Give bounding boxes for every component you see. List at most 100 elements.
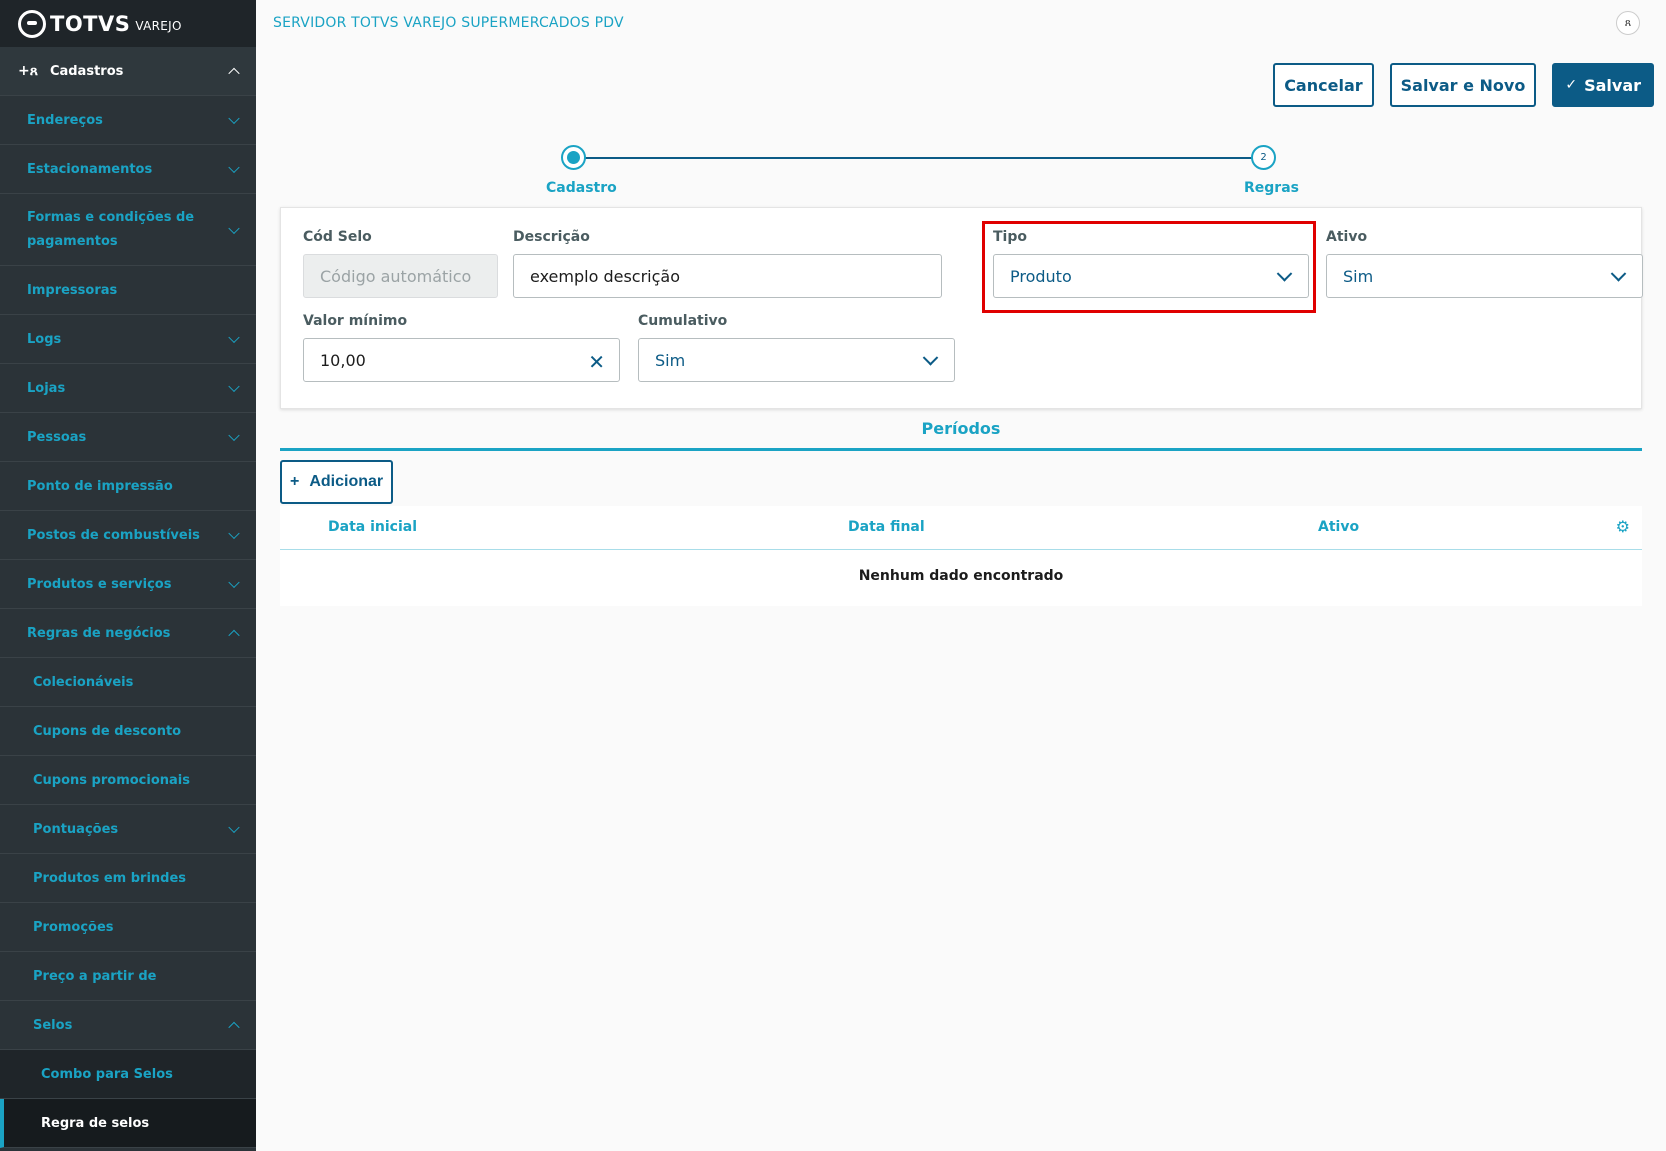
sidebar-item-produtos-brindes[interactable]: Produtos em brindes bbox=[0, 854, 256, 903]
sidebar-item-impressoras[interactable]: Impressoras bbox=[0, 266, 256, 315]
logo-name: TOTVS bbox=[50, 11, 131, 36]
chevron-down-icon bbox=[228, 429, 240, 442]
sidebar-item-cupons-desconto[interactable]: Cupons de desconto bbox=[0, 707, 256, 756]
sidebar-item-label: Colecionáveis bbox=[33, 674, 134, 690]
stepper: 2 Cadastro Regras bbox=[546, 142, 1299, 202]
sidebar-item-label: Ponto de impressão bbox=[27, 478, 173, 494]
sidebar-item-formas-pagamento[interactable]: Formas e condições de pagamentos bbox=[0, 194, 256, 266]
sidebar-item-label: Logs bbox=[27, 331, 62, 347]
stepper-line bbox=[573, 157, 1263, 159]
chevron-down-icon bbox=[228, 161, 240, 174]
sidebar-item-combo-selos[interactable]: Combo para Selos bbox=[0, 1050, 256, 1099]
add-period-label: Adicionar bbox=[309, 473, 384, 490]
chevron-down-icon bbox=[228, 576, 240, 589]
cod-selo-placeholder: Código automático bbox=[320, 266, 472, 286]
sidebar-item-label: Impressoras bbox=[27, 282, 118, 298]
sidebar-item-selos[interactable]: Selos bbox=[0, 1001, 256, 1050]
form-card: Cód Selo Código automático Descrição exe… bbox=[280, 207, 1643, 409]
sidebar-item-preco-a-partir-de[interactable]: Preço a partir de bbox=[0, 952, 256, 1001]
tab-periodos[interactable]: Períodos bbox=[280, 419, 1642, 438]
clear-icon[interactable]: ✕ bbox=[588, 350, 605, 374]
descricao-field[interactable]: exemplo descrição bbox=[513, 254, 942, 298]
gear-icon[interactable]: ⚙ bbox=[1616, 517, 1630, 536]
sidebar-item-label: Regra de selos bbox=[41, 1115, 150, 1131]
sidebar-item-pessoas[interactable]: Pessoas bbox=[0, 413, 256, 462]
sidebar-item-produtos-servicos[interactable]: Produtos e serviços bbox=[0, 560, 256, 609]
valor-minimo-value: 10,00 bbox=[320, 350, 366, 370]
table-header: Data inicial Data final Ativo ⚙ bbox=[280, 506, 1642, 550]
save-and-new-button[interactable]: Salvar e Novo bbox=[1389, 63, 1537, 107]
column-header[interactable]: Data final bbox=[848, 519, 925, 535]
action-bar: Cancelar Salvar e Novo ✓ Salvar bbox=[1273, 63, 1654, 107]
sidebar-item-pontuacoes[interactable]: Pontuações bbox=[0, 805, 256, 854]
sidebar-item-regras-negocios[interactable]: Regras de negócios bbox=[0, 609, 256, 658]
cumulativo-label: Cumulativo bbox=[638, 313, 728, 329]
chevron-down-icon bbox=[1610, 266, 1627, 282]
sidebar-item-label: Preço a partir de bbox=[33, 968, 157, 984]
ativo-label: Ativo bbox=[1326, 229, 1368, 245]
sidebar-item-logs[interactable]: Logs bbox=[0, 315, 256, 364]
cumulativo-select[interactable]: Sim bbox=[638, 338, 955, 382]
sidebar-section-label: Cadastros bbox=[49, 63, 124, 79]
sidebar-item-enderecos[interactable]: Endereços bbox=[0, 96, 256, 145]
plus-icon: + bbox=[290, 473, 300, 490]
sidebar-item-label: Produtos em brindes bbox=[33, 870, 187, 886]
sidebar-item-label: Endereços bbox=[27, 112, 103, 128]
add-period-button[interactable]: + Adicionar bbox=[280, 460, 394, 504]
tab-underline bbox=[280, 448, 1642, 451]
step-2-indicator[interactable]: 2 bbox=[1251, 145, 1276, 170]
sidebar-item-label: Lojas bbox=[27, 380, 66, 396]
sidebar-item-label: Cupons de desconto bbox=[33, 723, 182, 739]
chevron-down-icon bbox=[228, 222, 240, 234]
sidebar-section-cadastros[interactable]: +ጸ Cadastros bbox=[0, 47, 256, 96]
sidebar-item-label: Formas e condições de pagamentos bbox=[27, 209, 195, 249]
sidebar-item-label: Postos de combustíveis bbox=[27, 527, 200, 543]
sidebar-item-promocoes[interactable]: Promoções bbox=[0, 903, 256, 952]
sidebar-item-lojas[interactable]: Lojas bbox=[0, 364, 256, 413]
descricao-value: exemplo descrição bbox=[530, 266, 680, 286]
column-header[interactable]: Data inicial bbox=[328, 519, 417, 535]
valor-minimo-field[interactable]: 10,00 ✕ bbox=[303, 338, 620, 382]
step-2-label: Regras bbox=[1244, 180, 1299, 196]
chevron-down-icon bbox=[228, 821, 240, 834]
sidebar-item-regra-selos[interactable]: Regra de selos bbox=[0, 1099, 256, 1148]
cancel-button[interactable]: Cancelar bbox=[1273, 63, 1374, 107]
highlight-box bbox=[982, 221, 1316, 313]
chevron-down-icon bbox=[228, 112, 240, 125]
chevron-down-icon bbox=[228, 527, 240, 540]
chevron-down-icon bbox=[228, 380, 240, 393]
main-content: SERVIDOR TOTVS VAREJO SUPERMERCADOS PDV … bbox=[256, 0, 1666, 1151]
cod-selo-label: Cód Selo bbox=[303, 229, 372, 245]
valor-minimo-label: Valor mínimo bbox=[303, 313, 408, 329]
chevron-down-icon bbox=[922, 350, 939, 366]
save-button[interactable]: ✓ Salvar bbox=[1552, 63, 1654, 107]
app-title: SERVIDOR TOTVS VAREJO SUPERMERCADOS PDV bbox=[273, 15, 624, 31]
chevron-up-icon bbox=[228, 67, 240, 80]
add-user-icon: +ጸ bbox=[18, 63, 38, 79]
empty-state: Nenhum dado encontrado bbox=[858, 568, 1064, 584]
sidebar-item-label: Produtos e serviços bbox=[27, 576, 172, 592]
sidebar-item-ponto-impressao[interactable]: Ponto de impressão bbox=[0, 462, 256, 511]
logo-sub: VAREJO bbox=[135, 19, 182, 33]
sidebar-item-label: Pessoas bbox=[27, 429, 87, 445]
column-header[interactable]: Ativo bbox=[1318, 519, 1359, 535]
cumulativo-value: Sim bbox=[655, 350, 686, 370]
sidebar-item-colecionaveis[interactable]: Colecionáveis bbox=[0, 658, 256, 707]
sidebar-item-label: Pontuações bbox=[33, 821, 119, 837]
sidebar-item-postos-combustiveis[interactable]: Postos de combustíveis bbox=[0, 511, 256, 560]
sidebar-item-label: Regras de negócios bbox=[27, 625, 171, 641]
sidebar-item-cupons-promocionais[interactable]: Cupons promocionais bbox=[0, 756, 256, 805]
topbar: SERVIDOR TOTVS VAREJO SUPERMERCADOS PDV … bbox=[256, 0, 1666, 46]
descricao-label: Descrição bbox=[513, 229, 590, 245]
sidebar-item-label: Cupons promocionais bbox=[33, 772, 190, 788]
chevron-down-icon bbox=[228, 331, 240, 344]
user-icon[interactable]: ጸ bbox=[1616, 11, 1640, 35]
sidebar: TOTVS VAREJO +ጸ Cadastros Endereços Esta… bbox=[0, 0, 256, 1151]
step-1-indicator[interactable] bbox=[561, 145, 586, 170]
ativo-select[interactable]: Sim bbox=[1326, 254, 1643, 298]
chevron-up-icon bbox=[228, 629, 240, 642]
sidebar-item-label: Promoções bbox=[33, 919, 114, 935]
ativo-value: Sim bbox=[1343, 266, 1374, 286]
sidebar-item-estacionamentos[interactable]: Estacionamentos bbox=[0, 145, 256, 194]
save-button-label: Salvar bbox=[1584, 75, 1641, 95]
